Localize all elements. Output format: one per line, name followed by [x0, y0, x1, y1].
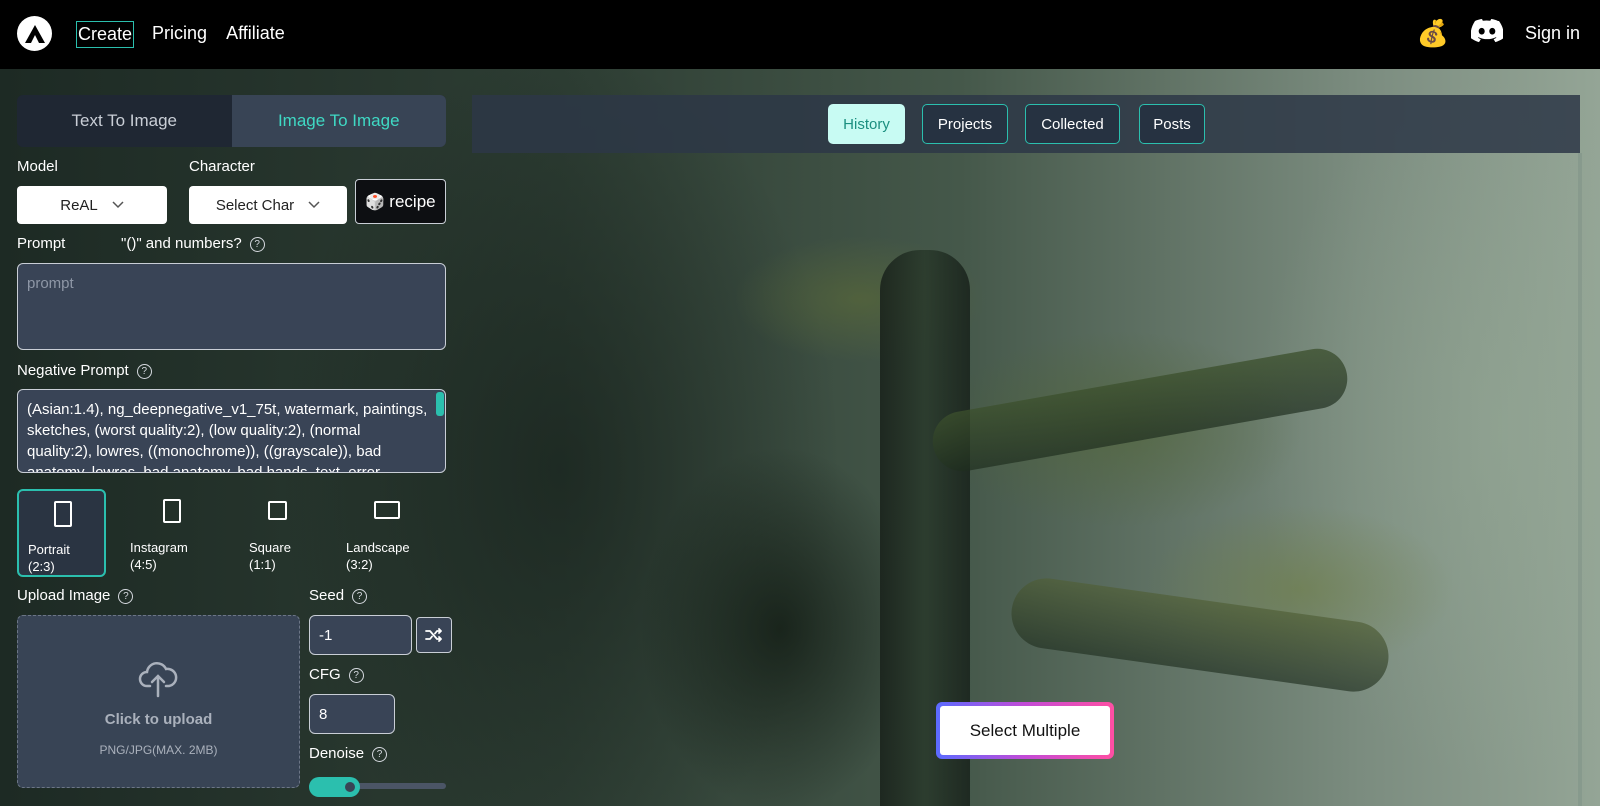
character-select-value: Select Char	[215, 196, 295, 214]
instagram-shape-icon	[163, 499, 181, 523]
gallery-scrollbar[interactable]	[1578, 153, 1582, 806]
upload-image-label: Upload Image?	[17, 587, 134, 604]
square-shape-icon	[268, 501, 287, 520]
chevron-down-icon	[308, 201, 320, 209]
portrait-shape-icon	[54, 501, 72, 527]
ratio-landscape[interactable]: Landscape (3:2)	[337, 489, 437, 577]
prompt-hint: "()" and numbers??	[121, 235, 265, 252]
recipe-button[interactable]: 🎲 recipe	[355, 179, 446, 224]
nav-links: Create Pricing Affiliate	[76, 21, 303, 48]
prompt-hint-text: "()" and numbers?	[121, 235, 242, 252]
discord-icon[interactable]	[1470, 19, 1504, 48]
cfg-value: 8	[319, 705, 328, 723]
ratio-portrait[interactable]: Portrait (2:3)	[17, 489, 106, 577]
tab-text-to-image[interactable]: Text To Image	[17, 95, 232, 147]
denoise-slider[interactable]	[309, 777, 446, 797]
negative-prompt-value: (Asian:1.4), ng_deepnegative_v1_75t, wat…	[27, 401, 428, 473]
model-select-value: ReAL	[60, 196, 98, 214]
select-multiple-button[interactable]: Select Multiple	[936, 702, 1114, 759]
help-icon[interactable]: ?	[249, 236, 265, 252]
help-icon[interactable]: ?	[372, 746, 388, 762]
ratio-value: (3:2)	[346, 557, 373, 572]
ratio-name: Landscape	[346, 540, 410, 555]
negative-prompt-scrollbar[interactable]	[436, 392, 444, 416]
dice-icon: 🎲	[365, 193, 386, 211]
generation-form: Text To Image Image To Image Model ReAL …	[17, 95, 452, 797]
tab-collected[interactable]: Collected	[1025, 104, 1120, 144]
ratio-square[interactable]: Square (1:1)	[240, 489, 329, 577]
prompt-placeholder: prompt	[27, 275, 74, 292]
prompt-input[interactable]: prompt	[17, 263, 446, 350]
tab-history[interactable]: History	[828, 104, 905, 144]
nav-pricing[interactable]: Pricing	[151, 21, 208, 48]
character-label: Character	[189, 158, 255, 175]
money-bag-icon[interactable]: 💰	[1417, 18, 1449, 49]
denoise-slider-handle[interactable]	[343, 780, 357, 794]
model-select[interactable]: ReAL	[17, 186, 167, 224]
negative-prompt-label-text: Negative Prompt	[17, 362, 129, 379]
seed-input[interactable]: -1	[309, 615, 412, 655]
select-multiple-label: Select Multiple	[940, 706, 1110, 755]
help-icon[interactable]: ?	[352, 588, 368, 604]
denoise-label-text: Denoise	[309, 745, 365, 762]
seed-label: Seed?	[309, 587, 368, 604]
upload-title: Click to upload	[104, 711, 213, 728]
upload-dropzone[interactable]: Click to upload PNG/JPG(MAX. 2MB)	[17, 615, 300, 788]
tab-projects[interactable]: Projects	[922, 104, 1008, 144]
ratio-value: (2:3)	[28, 559, 55, 574]
ratio-value: (1:1)	[249, 557, 276, 572]
gallery-header: History Projects Collected Posts	[472, 95, 1580, 153]
nav-affiliate[interactable]: Affiliate	[225, 21, 286, 48]
tab-image-to-image[interactable]: Image To Image	[231, 95, 446, 147]
mode-tabs: Text To Image Image To Image	[17, 95, 446, 147]
help-icon[interactable]: ?	[348, 667, 364, 683]
negative-prompt-input[interactable]: (Asian:1.4), ng_deepnegative_v1_75t, wat…	[17, 389, 446, 473]
logo-icon[interactable]	[17, 16, 52, 51]
top-right-actions: 💰 Sign in	[1417, 18, 1580, 49]
aspect-ratio-options: Portrait (2:3) Instagram (4:5) Square (1:1)…	[17, 489, 446, 577]
shuffle-icon	[425, 628, 442, 642]
chevron-down-icon	[112, 201, 124, 209]
tab-posts[interactable]: Posts	[1139, 104, 1205, 144]
recipe-button-label: recipe	[389, 191, 436, 211]
landscape-shape-icon	[374, 501, 400, 519]
help-icon[interactable]: ?	[118, 588, 134, 604]
negative-prompt-label: Negative Prompt?	[17, 362, 152, 379]
ratio-name: Instagram	[130, 540, 188, 555]
ratio-name: Square	[249, 540, 291, 555]
prompt-label: Prompt	[17, 235, 66, 252]
ratio-instagram[interactable]: Instagram (4:5)	[121, 489, 210, 577]
help-icon[interactable]: ?	[136, 363, 152, 379]
nav-create[interactable]: Create	[76, 21, 135, 48]
model-label: Model	[17, 158, 58, 175]
upload-subtitle: PNG/JPG(MAX. 2MB)	[99, 743, 218, 757]
seed-value: -1	[319, 626, 333, 644]
ratio-value: (4:5)	[130, 557, 157, 572]
upload-image-label-text: Upload Image	[17, 587, 111, 604]
sign-in-link[interactable]: Sign in	[1525, 23, 1580, 44]
cfg-input[interactable]: 8	[309, 694, 395, 734]
ratio-name: Portrait	[28, 542, 70, 557]
cloud-upload-icon	[138, 662, 178, 698]
denoise-label: Denoise?	[309, 745, 388, 762]
top-navbar: Create Pricing Affiliate 💰 Sign in	[0, 0, 1600, 69]
character-select[interactable]: Select Char	[189, 186, 347, 224]
cfg-label-text: CFG	[309, 666, 341, 683]
cfg-label: CFG?	[309, 666, 364, 683]
seed-label-text: Seed	[309, 587, 345, 604]
randomize-seed-button[interactable]	[416, 617, 452, 653]
